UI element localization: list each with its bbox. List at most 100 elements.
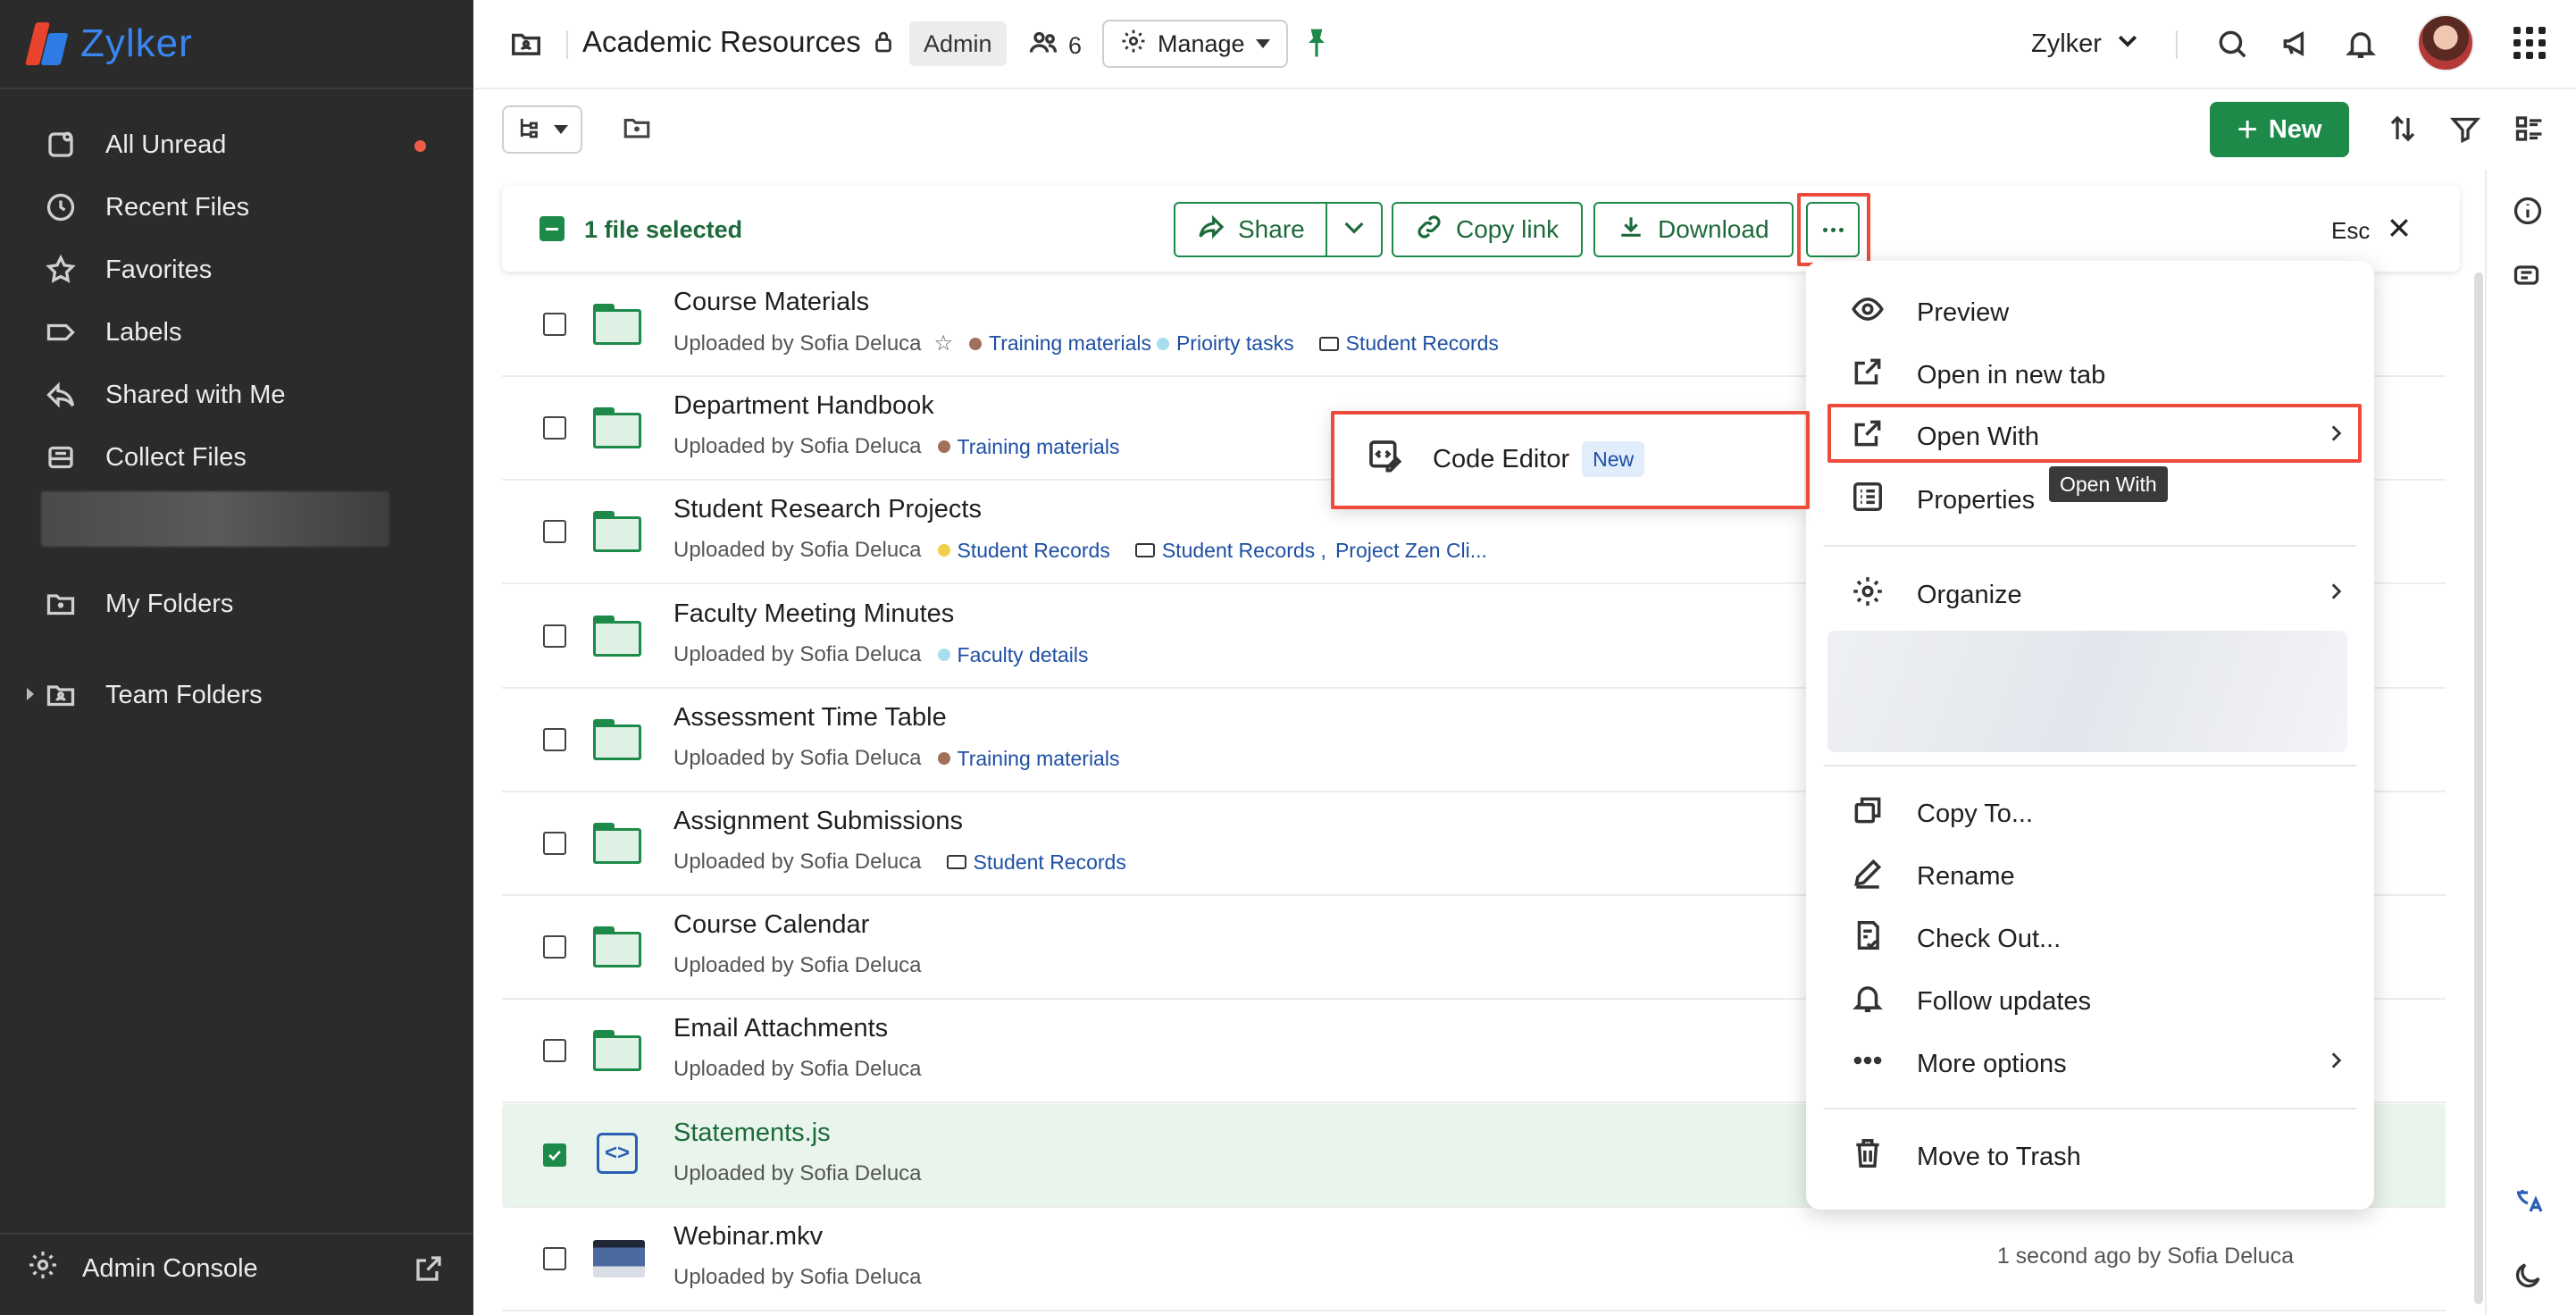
- menu-item-copy-to[interactable]: Copy To...: [1851, 789, 2351, 839]
- row-checkbox[interactable]: [543, 728, 566, 751]
- file-name[interactable]: Email Attachments: [673, 1014, 888, 1043]
- sidebar-item-label: My Folders: [105, 589, 234, 618]
- row-checkbox[interactable]: [543, 935, 566, 959]
- sidebar-item-favorites[interactable]: Favorites: [43, 245, 212, 295]
- sidebar-item-shared-with-me[interactable]: Shared with Me: [43, 370, 286, 420]
- tag-label: Training materials: [957, 746, 1120, 770]
- file-name[interactable]: Webinar.mkv: [673, 1222, 823, 1252]
- tag[interactable]: Training materials: [937, 435, 1119, 459]
- row-checkbox[interactable]: [543, 1143, 566, 1167]
- admin-console-link[interactable]: Admin Console: [27, 1249, 258, 1288]
- tag-label: Faculty details: [957, 642, 1089, 666]
- tag[interactable]: Training materials: [969, 331, 1151, 356]
- sidebar-item-all-unread[interactable]: All Unread: [43, 120, 226, 170]
- brand-logo[interactable]: Zylker: [25, 16, 193, 71]
- sort-icon[interactable]: [2387, 113, 2419, 149]
- row-checkbox[interactable]: [543, 832, 566, 855]
- row-checkbox[interactable]: [543, 416, 566, 440]
- members-button[interactable]: 6: [1027, 27, 1082, 65]
- file-meta: Uploaded by Sofia Deluca: [673, 1161, 922, 1186]
- folder-icon: [593, 1026, 641, 1071]
- chevron-down-icon: [1340, 213, 1368, 247]
- view-toggle-icon[interactable]: [2513, 113, 2546, 149]
- tag[interactable]: Student Records: [937, 539, 1110, 563]
- row-checkbox[interactable]: [543, 520, 566, 543]
- trash-icon: [1851, 1136, 1885, 1177]
- apps-grid-icon[interactable]: [2513, 27, 2546, 59]
- copy-link-button[interactable]: Copy link: [1392, 202, 1583, 257]
- scrollbar[interactable]: [2474, 272, 2483, 1304]
- escape-selection-button[interactable]: Esc: [2331, 214, 2413, 247]
- sidebar-item-my-folders[interactable]: My Folders: [43, 579, 233, 629]
- sidebar-item-recent-files[interactable]: Recent Files: [43, 182, 249, 232]
- sidebar-item-label: Shared with Me: [105, 380, 286, 409]
- announcement-icon[interactable]: [2279, 27, 2313, 65]
- file-name[interactable]: Faculty Meeting Minutes: [673, 599, 954, 629]
- search-icon[interactable]: [2215, 27, 2249, 65]
- redacted-item: [41, 491, 389, 547]
- info-icon[interactable]: [2512, 195, 2544, 231]
- chevron-right-icon: [2324, 580, 2347, 610]
- new-button[interactable]: + New: [2210, 102, 2349, 157]
- bell-icon[interactable]: [2344, 27, 2378, 65]
- menu-item-preview[interactable]: Preview: [1851, 288, 2351, 338]
- tag-dot-icon: [937, 752, 950, 765]
- copy-icon: [1851, 793, 1885, 834]
- filter-icon[interactable]: [2449, 113, 2481, 149]
- pin-icon[interactable]: [1302, 27, 1331, 63]
- row-checkbox[interactable]: [543, 1247, 566, 1270]
- file-name[interactable]: Department Handbook: [673, 391, 934, 421]
- label-chip[interactable]: Project Zen Cli...: [1335, 539, 1487, 563]
- table-row[interactable]: Webinar.mkv Uploaded by Sofia Deluca 1 sec…: [502, 1208, 2446, 1311]
- dark-mode-icon[interactable]: [2512, 1260, 2544, 1296]
- org-switcher[interactable]: Zylker: [2031, 27, 2141, 61]
- select-all-checkbox[interactable]: [539, 216, 565, 241]
- row-checkbox[interactable]: [543, 1039, 566, 1062]
- header-divider: [566, 30, 568, 59]
- menu-item-move-to-trash[interactable]: Move to Trash: [1851, 1132, 2351, 1182]
- tag[interactable]: Training materials: [937, 746, 1120, 771]
- file-name[interactable]: Course Materials: [673, 288, 869, 317]
- menu-item-follow-updates[interactable]: Follow updates: [1851, 976, 2351, 1026]
- sidebar-item-labels[interactable]: Labels: [43, 307, 181, 357]
- tree-view-button[interactable]: [502, 105, 582, 154]
- file-name[interactable]: Student Research Projects: [673, 495, 982, 524]
- share-button[interactable]: Share: [1174, 202, 1327, 257]
- uploader-text: Uploaded by Sofia Deluca: [673, 1265, 922, 1289]
- star-icon[interactable]: ☆: [934, 331, 954, 356]
- menu-item-more-options[interactable]: More options: [1851, 1039, 2351, 1089]
- row-checkbox[interactable]: [543, 624, 566, 648]
- label-chip[interactable]: Student Records: [1318, 331, 1499, 356]
- label-chip[interactable]: Student Records ,: [1134, 539, 1326, 563]
- menu-item-label: Move to Trash: [1917, 1142, 2081, 1171]
- gear-icon: [27, 1249, 59, 1288]
- row-checkbox[interactable]: [543, 313, 566, 336]
- menu-item-rename[interactable]: Rename: [1851, 851, 2351, 901]
- download-button[interactable]: Download: [1593, 202, 1794, 257]
- file-name[interactable]: Statements.js: [673, 1118, 831, 1148]
- avatar[interactable]: [2417, 14, 2474, 71]
- external-link-icon[interactable]: [413, 1252, 445, 1289]
- file-name[interactable]: Assignment Submissions: [673, 807, 963, 836]
- member-count: 6: [1068, 32, 1083, 59]
- close-icon: [2386, 214, 2413, 247]
- expand-arrow-icon[interactable]: [27, 688, 34, 700]
- file-name[interactable]: Assessment Time Table: [673, 703, 947, 733]
- sidebar-item-collect-files[interactable]: Collect Files: [43, 432, 247, 482]
- tag[interactable]: Prioirty tasks: [1156, 331, 1294, 356]
- sidebar-item-team-folders[interactable]: Team Folders: [43, 670, 263, 720]
- manage-button[interactable]: Manage: [1102, 20, 1288, 68]
- label-chip[interactable]: Student Records: [946, 850, 1126, 875]
- sidebar-item-label: All Unread: [105, 130, 227, 159]
- file-name[interactable]: Course Calendar: [673, 910, 869, 940]
- label-icon: [1318, 336, 1339, 351]
- folder-info-icon[interactable]: [622, 113, 652, 147]
- label-panel-icon[interactable]: [2512, 259, 2544, 296]
- menu-item-label: Organize: [1917, 580, 2022, 609]
- share-dropdown-button[interactable]: [1326, 202, 1383, 257]
- menu-item-open-in-new-tab[interactable]: Open in new tab: [1851, 350, 2351, 400]
- menu-item-check-out[interactable]: Check Out...: [1851, 914, 2351, 964]
- menu-item-organize[interactable]: Organize: [1851, 570, 2351, 620]
- tag[interactable]: Faculty details: [937, 642, 1089, 667]
- translate-icon[interactable]: [2512, 1185, 2544, 1221]
